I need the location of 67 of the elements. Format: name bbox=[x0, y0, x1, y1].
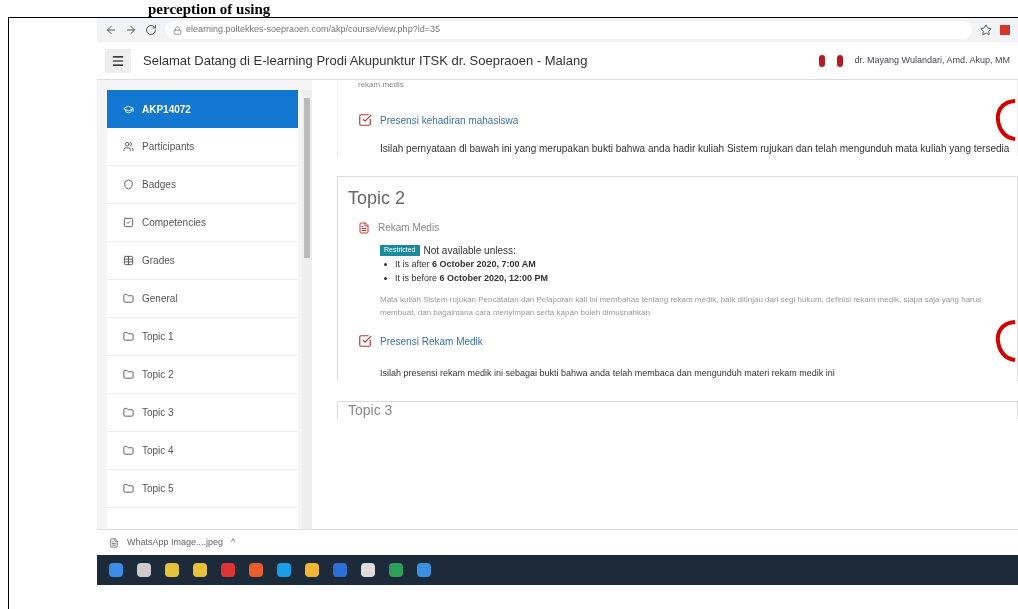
folder-icon bbox=[123, 331, 134, 342]
sidebar-item[interactable]: Topic 2 bbox=[107, 356, 298, 394]
activity-link[interactable]: Presensi kehadiran mahasiswa bbox=[380, 112, 987, 128]
reload-icon[interactable] bbox=[145, 24, 157, 36]
attendance-icon bbox=[358, 113, 372, 127]
activity-description: Isilah presensi rekam medik ini sebagai bukti bahwa anda telah membaca dan mengunduh materi rekam medik ini bbox=[379, 367, 836, 380]
taskbar-app-icon[interactable] bbox=[361, 563, 375, 577]
activity-link[interactable]: Presensi Rekam Medik bbox=[380, 333, 987, 349]
back-icon[interactable] bbox=[105, 24, 117, 36]
sidebar-item[interactable]: Competencies bbox=[107, 204, 298, 242]
sidebar-item[interactable]: Grades bbox=[107, 242, 298, 280]
menu-button[interactable] bbox=[105, 48, 131, 73]
forward-icon[interactable] bbox=[125, 24, 137, 36]
download-menu-caret[interactable]: ^ bbox=[231, 535, 236, 550]
taskbar-app-icon[interactable] bbox=[417, 563, 431, 577]
restriction-text: Not available unless: bbox=[423, 244, 516, 258]
taskbar-app-icon[interactable] bbox=[305, 563, 319, 577]
taskbar-app-icon[interactable] bbox=[249, 563, 263, 577]
taskbar-app-icon[interactable] bbox=[333, 563, 347, 577]
paragraph: rekam medis bbox=[358, 80, 405, 90]
attendance-icon bbox=[358, 334, 372, 348]
site-title: Selamat Datang di E-learning Prodi Akupunktur ITSK dr. Soepraoen - Malang bbox=[143, 51, 589, 70]
bookmark-icon[interactable] bbox=[980, 24, 992, 36]
folder-icon bbox=[123, 445, 134, 456]
taskbar-app-icon[interactable] bbox=[277, 563, 291, 577]
checkbox-icon bbox=[123, 217, 134, 228]
topic-summary: Mata kuliah Sistem rujukan Pencatatan dan Pelaporan kali ini membahas tentang rekam medik, baik ditinjau dari segi hukum, definisi rekam medik, siapa saja yang harus membuat, dan bagaimana cara menyimpan serta kapan boleh dimusnahkan bbox=[379, 294, 983, 319]
taskbar-app-icon[interactable] bbox=[193, 563, 207, 577]
sidebar-item[interactable]: Topic 3 bbox=[107, 394, 298, 432]
folder-icon bbox=[123, 369, 134, 380]
image-file-icon bbox=[109, 537, 119, 548]
shield-icon bbox=[123, 179, 134, 190]
condition-text: It is before 6 October 2020, 12:00 PM bbox=[395, 271, 549, 285]
sidebar-item[interactable]: Topic 5 bbox=[107, 470, 298, 508]
download-item[interactable]: WhatsApp Image....jpeg bbox=[127, 535, 224, 550]
condition-text: It is after 6 October 2020, 7:00 AM bbox=[395, 258, 536, 271]
document-heading: perception of using bbox=[148, 1, 271, 17]
folder-icon bbox=[123, 293, 134, 304]
taskbar-app-icon[interactable] bbox=[137, 563, 151, 577]
lock-icon bbox=[173, 25, 182, 35]
taskbar-app-icon[interactable] bbox=[389, 563, 403, 577]
bullet-icon bbox=[384, 276, 387, 280]
menu-icon bbox=[111, 53, 125, 68]
user-name[interactable]: dr. Mayang Wulandari, Amd. Akup, MM bbox=[854, 53, 1010, 68]
url-field[interactable]: elearning.poltekkes-soepraoen.com/akp/course/view.php?id=35 bbox=[165, 21, 972, 39]
sidebar-item[interactable]: Topic 1 bbox=[107, 318, 298, 356]
folder-icon bbox=[123, 483, 134, 494]
topic-heading: Topic 2 bbox=[348, 187, 407, 210]
sidebar-item[interactable]: AKP14072 bbox=[107, 90, 298, 128]
sidebar-item[interactable]: Badges bbox=[107, 166, 298, 204]
file-icon bbox=[358, 221, 370, 234]
sidebar-item[interactable]: Topic 4 bbox=[107, 432, 298, 470]
taskbar-app-icon[interactable] bbox=[165, 563, 179, 577]
table-icon bbox=[123, 255, 134, 266]
resource-link[interactable]: Rekam Medis bbox=[378, 220, 440, 235]
users-icon bbox=[123, 141, 134, 152]
bullet-icon bbox=[384, 263, 387, 266]
sidebar-item[interactable]: General bbox=[107, 280, 298, 318]
topic-heading: Topic 3 bbox=[348, 401, 393, 418]
notification-icon[interactable] bbox=[818, 54, 825, 67]
taskbar-app-icon[interactable] bbox=[109, 563, 123, 577]
activity-description: Isilah pernyataan di bawah ini yang merupakan bukti bahwa anda hadir kuliah Sistem rujukan dan telah mengunduh mata kuliah yang tersedia bbox=[379, 142, 1011, 156]
folder-icon bbox=[123, 407, 134, 418]
taskbar-app-icon[interactable] bbox=[221, 563, 235, 577]
message-icon[interactable] bbox=[836, 54, 843, 67]
sidebar-item[interactable]: Participants bbox=[107, 128, 298, 166]
graduation-cap-icon bbox=[123, 103, 134, 115]
